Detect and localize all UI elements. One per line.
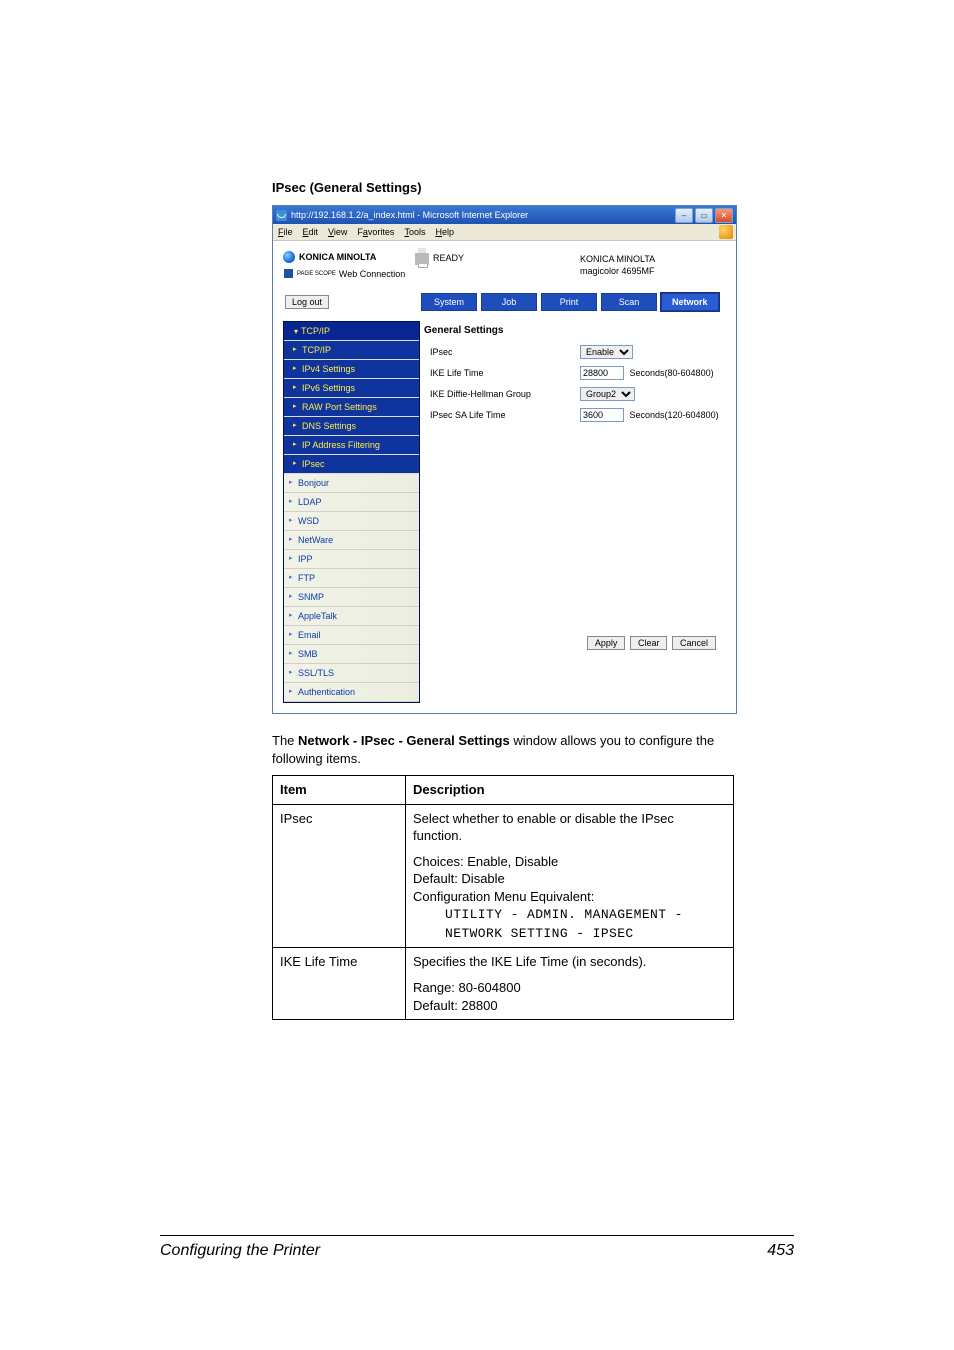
cancel-button[interactable]: Cancel	[672, 636, 716, 650]
table-row-ike-desc: Specifies the IKE Life Time (in seconds)…	[406, 948, 734, 1020]
brand-name: KONICA MINOLTA	[299, 252, 376, 262]
sidebar-item-auth[interactable]: Authentication	[284, 683, 419, 702]
menu-view[interactable]: View	[328, 227, 347, 237]
sidebar-item-ssltls[interactable]: SSL/TLS	[284, 664, 419, 683]
ie-icon	[276, 210, 287, 221]
clear-button[interactable]: Clear	[630, 636, 668, 650]
menu-bar: File Edit View Favorites Tools Help	[273, 224, 736, 241]
sidebar-item-ipsec[interactable]: IPsec	[284, 455, 419, 474]
sidebar-item-smb[interactable]: SMB	[284, 645, 419, 664]
pagescope-prefix: PAGE SCOPE	[297, 271, 336, 277]
window-title: http://192.168.1.2/a_index.html - Micros…	[291, 210, 528, 220]
table-row-ipsec-item: IPsec	[273, 804, 406, 948]
table-header-item: Item	[273, 776, 406, 805]
sidebar-item-bonjour[interactable]: Bonjour	[284, 474, 419, 493]
label-ipsec: IPsec	[430, 347, 580, 357]
sidebar-item-appletalk[interactable]: AppleTalk	[284, 607, 419, 626]
pagescope-icon	[283, 268, 294, 279]
hint-sa: Seconds(120-604800)	[630, 410, 719, 420]
page-footer: Configuring the Printer 453	[160, 1235, 794, 1260]
tab-system[interactable]: System	[421, 293, 477, 311]
table-header-description: Description	[406, 776, 734, 805]
menu-edit[interactable]: Edit	[303, 227, 319, 237]
status-ready: READY	[433, 253, 464, 263]
model-label: magicolor 4695MF	[580, 265, 655, 277]
tab-scan[interactable]: Scan	[601, 293, 657, 311]
sidebar-item-ipv6[interactable]: IPv6 Settings	[284, 379, 419, 398]
company-label: KONICA MINOLTA	[580, 253, 655, 265]
tab-print[interactable]: Print	[541, 293, 597, 311]
sidebar: TCP/IP TCP/IP IPv4 Settings IPv6 Setting…	[283, 321, 420, 703]
select-dh-group[interactable]: Group2	[580, 387, 635, 401]
window-titlebar: http://192.168.1.2/a_index.html - Micros…	[273, 206, 736, 224]
label-ike-life-time: IKE Life Time	[430, 368, 580, 378]
footer-title: Configuring the Printer	[160, 1242, 320, 1260]
sidebar-item-ftp[interactable]: FTP	[284, 569, 419, 588]
browser-window: http://192.168.1.2/a_index.html - Micros…	[272, 205, 737, 714]
pagescope-label: Web Connection	[339, 269, 405, 279]
ie-flag-icon	[719, 225, 733, 239]
label-dh-group: IKE Diffie-Hellman Group	[430, 389, 580, 399]
tab-job[interactable]: Job	[481, 293, 537, 311]
input-ike-life-time[interactable]	[580, 366, 624, 380]
menu-help[interactable]: Help	[435, 227, 454, 237]
minimize-button[interactable]: –	[675, 208, 693, 223]
section-heading: IPsec (General Settings)	[272, 180, 754, 195]
km-logo-icon	[283, 251, 295, 263]
description-paragraph: The Network - IPsec - General Settings w…	[272, 732, 754, 767]
table-row-ike-item: IKE Life Time	[273, 948, 406, 1020]
menu-favorites[interactable]: Favorites	[357, 227, 394, 237]
logout-button[interactable]: Log out	[285, 295, 329, 309]
printer-icon	[415, 253, 429, 265]
menu-file[interactable]: File	[278, 227, 293, 237]
sidebar-item-ipp[interactable]: IPP	[284, 550, 419, 569]
menu-tools[interactable]: Tools	[404, 227, 425, 237]
footer-page-number: 453	[767, 1242, 794, 1260]
sidebar-item-tcpip-parent[interactable]: TCP/IP	[284, 322, 419, 341]
sidebar-item-ldap[interactable]: LDAP	[284, 493, 419, 512]
sidebar-item-tcpip[interactable]: TCP/IP	[284, 341, 419, 360]
apply-button[interactable]: Apply	[587, 636, 626, 650]
select-ipsec[interactable]: Enable	[580, 345, 633, 359]
panel-title: General Settings	[420, 321, 726, 343]
sidebar-item-ipv4[interactable]: IPv4 Settings	[284, 360, 419, 379]
sidebar-item-netware[interactable]: NetWare	[284, 531, 419, 550]
sidebar-item-dns[interactable]: DNS Settings	[284, 417, 419, 436]
sidebar-item-snmp[interactable]: SNMP	[284, 588, 419, 607]
sidebar-item-raw[interactable]: RAW Port Settings	[284, 398, 419, 417]
hint-ike: Seconds(80-604800)	[630, 368, 714, 378]
sidebar-item-ipfilter[interactable]: IP Address Filtering	[284, 436, 419, 455]
close-button[interactable]: ✕	[715, 208, 733, 223]
table-row-ipsec-desc: Select whether to enable or disable the …	[406, 804, 734, 948]
maximize-button[interactable]: ▭	[695, 208, 713, 223]
tab-network[interactable]: Network	[661, 293, 719, 311]
sidebar-item-email[interactable]: Email	[284, 626, 419, 645]
label-sa-life-time: IPsec SA Life Time	[430, 410, 580, 420]
settings-table: Item Description IPsec Select whether to…	[272, 775, 734, 1020]
sidebar-item-wsd[interactable]: WSD	[284, 512, 419, 531]
input-sa-life-time[interactable]	[580, 408, 624, 422]
